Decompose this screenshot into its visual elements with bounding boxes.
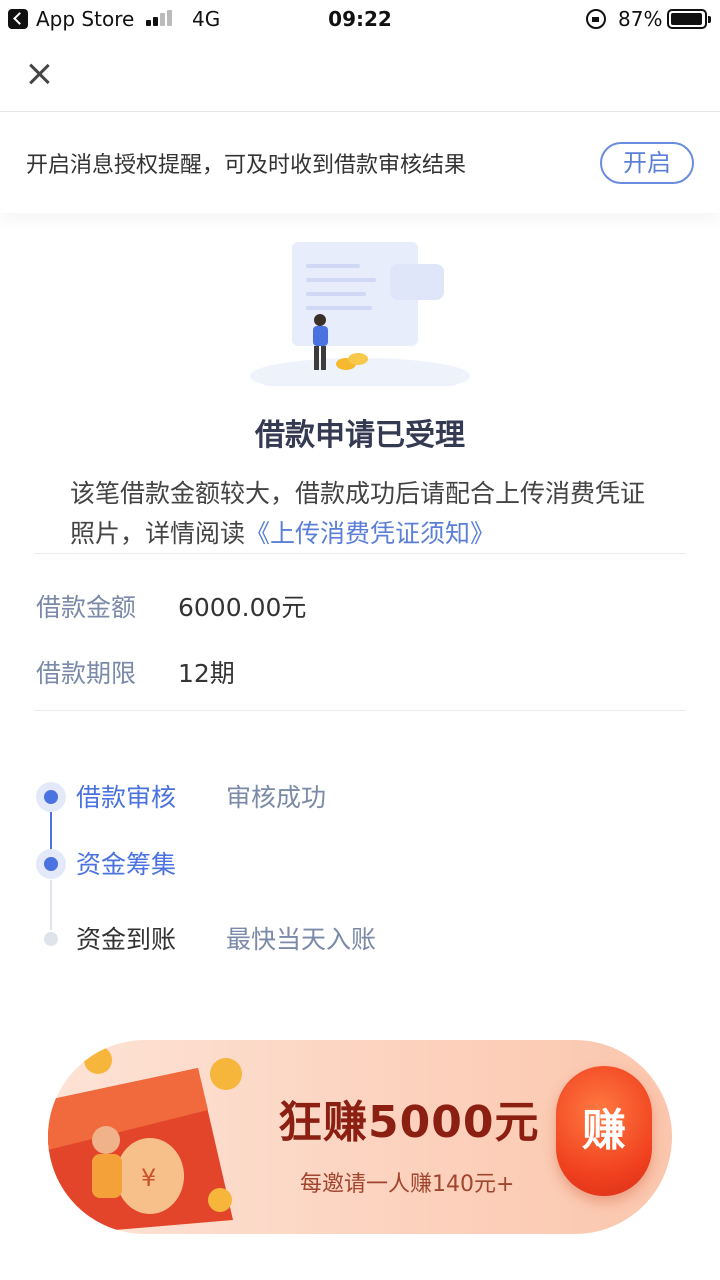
progress-step: 资金到账 最快当天入账 <box>36 920 636 960</box>
battery-percent: 87% <box>618 7 663 31</box>
loan-amount-label: 借款金额 <box>36 593 137 622</box>
svg-text:¥: ¥ <box>141 1164 156 1192</box>
notification-text: 开启消息授权提醒，可及时收到借款审核结果 <box>26 153 467 178</box>
step-done-icon <box>36 782 66 812</box>
result-description: 该笔借款金额较大，借款成功后请配合上传消费凭证照片，详情阅读《上传消费凭证须知》 <box>70 474 660 554</box>
divider <box>34 553 686 554</box>
notification-prompt: 开启消息授权提醒，可及时收到借款审核结果 开启 <box>0 113 720 213</box>
step-status: 审核成功 <box>226 783 327 812</box>
clock: 09:22 <box>328 7 392 31</box>
step-pending-icon <box>44 932 58 946</box>
earn-button[interactable]: 赚 <box>556 1066 652 1196</box>
progress-step: 借款审核 审核成功 <box>36 778 636 818</box>
invite-promo-banner[interactable]: ¥ 狂赚5000元 每邀请一人赚140元+ 赚 <box>48 1040 672 1234</box>
battery-icon <box>667 9 711 29</box>
progress-step: 资金筹集 <box>36 845 636 885</box>
loan-amount-value: 6000.00元 <box>178 593 307 622</box>
status-bar: App Store 4G 09:22 87% <box>0 0 720 38</box>
banner-title: 狂赚5000元 <box>278 1097 540 1148</box>
rotation-lock-icon <box>586 9 606 29</box>
loan-term-value: 12期 <box>178 659 235 688</box>
red-envelope-illustration: ¥ <box>48 1046 242 1234</box>
application-received-illustration <box>250 242 470 386</box>
enable-notification-button[interactable]: 开启 <box>600 142 694 184</box>
upload-voucher-notice-link[interactable]: 《上传消费凭证须知》 <box>245 519 495 548</box>
step-label: 资金筹集 <box>76 850 177 879</box>
loan-term-label: 借款期限 <box>36 659 137 688</box>
nav-bar <box>0 38 720 112</box>
step-status: 最快当天入账 <box>226 925 377 954</box>
banner-subtitle: 每邀请一人赚140元+ <box>300 1172 515 1197</box>
close-icon[interactable] <box>22 54 56 94</box>
divider <box>34 710 686 711</box>
step-done-icon <box>36 849 66 879</box>
step-label: 借款审核 <box>76 783 177 812</box>
step-label: 资金到账 <box>76 925 177 954</box>
result-title: 借款申请已受理 <box>255 418 465 453</box>
